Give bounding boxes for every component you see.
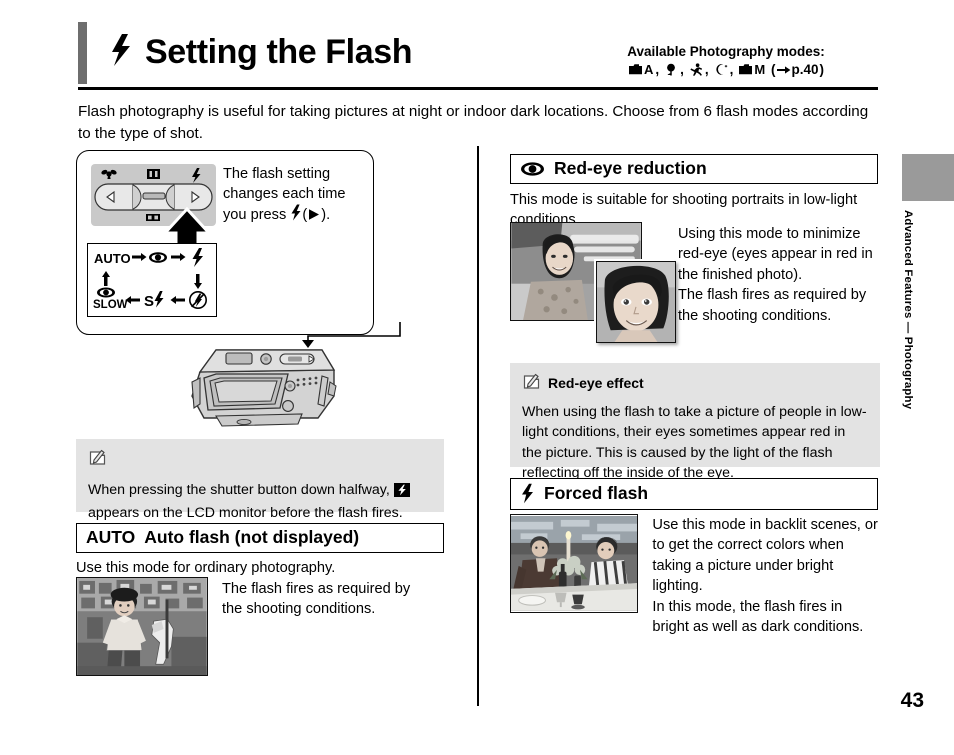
right-arrow-icon <box>776 66 790 74</box>
sports-icon <box>689 63 703 77</box>
flash-setting-panel: The flash setting changes each time you … <box>76 150 374 335</box>
modes-page-reference: (p.40) <box>767 62 825 78</box>
section-heading-red-eye-reduction: Red-eye reduction <box>510 154 878 185</box>
manual-page: Setting the Flash Available Photography … <box>0 0 954 755</box>
note-title-row: Red-eye effect <box>522 371 868 395</box>
available-modes: Available Photography modes: A , , , , M… <box>576 43 876 77</box>
dinner-table-couple-photo <box>510 514 639 613</box>
section-heading-auto-flash: AUTO Auto flash (not displayed) <box>76 523 444 554</box>
camera-manual-icon: M <box>738 62 765 77</box>
note-text-1: When pressing the shutter button down ha… <box>88 482 390 498</box>
header-accent-bar <box>78 22 87 84</box>
flash-panel-caption: The flash setting changes each time you … <box>223 165 368 228</box>
camera-illustration <box>191 349 337 427</box>
red-eye-heading-label: Red-eye reduction <box>554 158 707 178</box>
auto-heading-prefix: AUTO <box>86 527 136 547</box>
flash-icon <box>290 204 302 228</box>
red-eye-closeup-inset-photo <box>596 261 676 343</box>
slow-sync-icon: S <box>144 291 164 310</box>
note-body: When pressing the shutter button down ha… <box>88 480 432 524</box>
page-title: Setting the Flash <box>145 33 413 71</box>
note-box-red-eye-effect: Red-eye effect When using the flash to t… <box>510 363 880 481</box>
svg-text:S: S <box>144 293 154 310</box>
forced-flash-heading-label: Forced flash <box>544 482 649 503</box>
note-body: When using the flash to take a picture o… <box>522 404 867 481</box>
flash-indicator-icon <box>393 483 410 503</box>
flash-icon <box>108 33 134 72</box>
available-modes-label: Available Photography modes: <box>627 44 825 59</box>
auto-heading-label: Auto flash (not displayed) <box>144 527 360 547</box>
flash-mode-cycle-diagram: AUTO S SLOW <box>87 243 217 317</box>
red-eye-icon <box>149 252 167 263</box>
red-eye-slow-icon: SLOW <box>93 287 128 311</box>
side-tab-block <box>902 154 954 201</box>
red-eye-icon <box>520 161 545 177</box>
caption-text-3: ). <box>321 207 331 224</box>
column-divider <box>477 146 479 706</box>
auto-text: AUTO <box>94 251 131 266</box>
svg-text:SLOW: SLOW <box>93 299 128 311</box>
side-tab-label: Advanced Features — Photography <box>902 210 914 410</box>
right-triangle-icon <box>307 208 321 228</box>
red-eye-description: Using this mode to minimize red-eye (eye… <box>678 226 873 324</box>
note-text-2: appears on the LCD monitor before the fl… <box>88 505 403 522</box>
portrait-icon <box>664 63 678 76</box>
note-box-flash-indicator: When pressing the shutter button down ha… <box>76 439 444 521</box>
forced-flash-icon <box>520 483 535 504</box>
page-header: Setting the Flash Available Photography … <box>78 22 878 90</box>
note-title: Red-eye effect <box>548 375 644 391</box>
auto-subtitle: Use this mode for ordinary photography. <box>76 560 336 576</box>
woman-at-carousel-photo <box>76 577 208 676</box>
page-number: 43 <box>900 689 924 712</box>
available-modes-icons: A , , , , M (p.40) <box>576 62 876 77</box>
night-icon <box>714 63 728 76</box>
memo-icon <box>88 447 107 471</box>
auto-content-row: The flash fires as required by the shoot… <box>76 577 444 676</box>
auto-description: The flash fires as required by the shoot… <box>222 581 411 618</box>
left-column: The flash setting changes each time you … <box>76 150 446 335</box>
zoom-icon <box>147 169 160 179</box>
memo-icon <box>522 371 541 395</box>
flash-off-icon <box>189 290 208 309</box>
camera-auto-icon: A <box>628 62 653 77</box>
note-icon-row <box>88 447 432 471</box>
forced-flash-icon <box>192 248 203 267</box>
page-title-wrap: Setting the Flash <box>108 22 413 82</box>
intro-paragraph: Flash photography is useful for taking p… <box>78 103 869 142</box>
forced-flash-content-row: Use this mode in backlit scenes, or to g… <box>510 514 878 638</box>
forced-flash-description: Use this mode in backlit scenes, or to g… <box>652 517 878 636</box>
section-heading-forced-flash: Forced flash <box>510 478 878 510</box>
